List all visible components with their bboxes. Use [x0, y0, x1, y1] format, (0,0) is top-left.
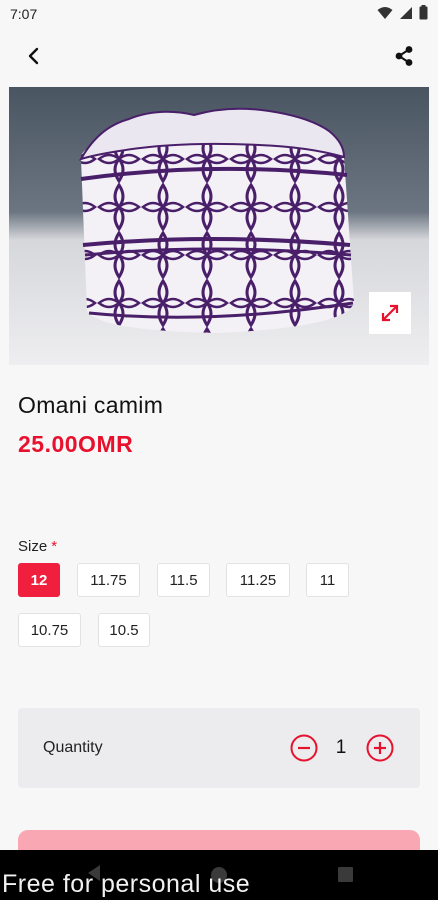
status-time: 7:07	[10, 6, 38, 22]
share-icon	[395, 46, 413, 66]
status-bar: 7:07	[0, 0, 438, 30]
size-option-11[interactable]: 11	[306, 563, 349, 597]
size-option-10-5[interactable]: 10.5	[98, 613, 150, 647]
increment-button[interactable]	[366, 734, 394, 762]
product-title: Omani camim	[18, 392, 164, 418]
required-mark: *	[51, 538, 58, 555]
size-option-10-75[interactable]: 10.75	[18, 613, 81, 647]
minus-circle-icon	[290, 734, 318, 762]
share-button[interactable]	[390, 42, 418, 70]
expand-icon	[381, 304, 399, 322]
quantity-card: Quantity 1	[18, 708, 420, 788]
size-option-11-5[interactable]: 11.5	[157, 563, 210, 597]
wifi-icon	[377, 6, 393, 25]
size-option-11-75[interactable]: 11.75	[77, 563, 140, 597]
size-option-11-25[interactable]: 11.25	[226, 563, 290, 597]
signal-icon	[399, 6, 413, 25]
status-icons	[377, 5, 428, 25]
product-price: 25.00OMR	[18, 431, 134, 457]
product-image[interactable]	[9, 87, 429, 365]
size-option-12[interactable]: 12	[18, 563, 60, 597]
omani-cap-illustration	[9, 87, 429, 365]
app-bar	[0, 30, 438, 82]
decrement-button[interactable]	[290, 734, 318, 762]
quantity-value: 1	[335, 737, 347, 758]
plus-circle-icon	[366, 734, 394, 762]
watermark-text: Free for personal use	[2, 870, 251, 898]
expand-image-button[interactable]	[369, 292, 411, 334]
nav-recents-icon[interactable]	[338, 867, 353, 882]
battery-icon	[419, 5, 428, 25]
size-label-text: Size	[18, 538, 48, 555]
back-arrow-icon	[28, 47, 39, 65]
size-label: Size *	[18, 538, 57, 555]
back-button[interactable]	[20, 42, 48, 70]
quantity-label: Quantity	[43, 739, 103, 756]
